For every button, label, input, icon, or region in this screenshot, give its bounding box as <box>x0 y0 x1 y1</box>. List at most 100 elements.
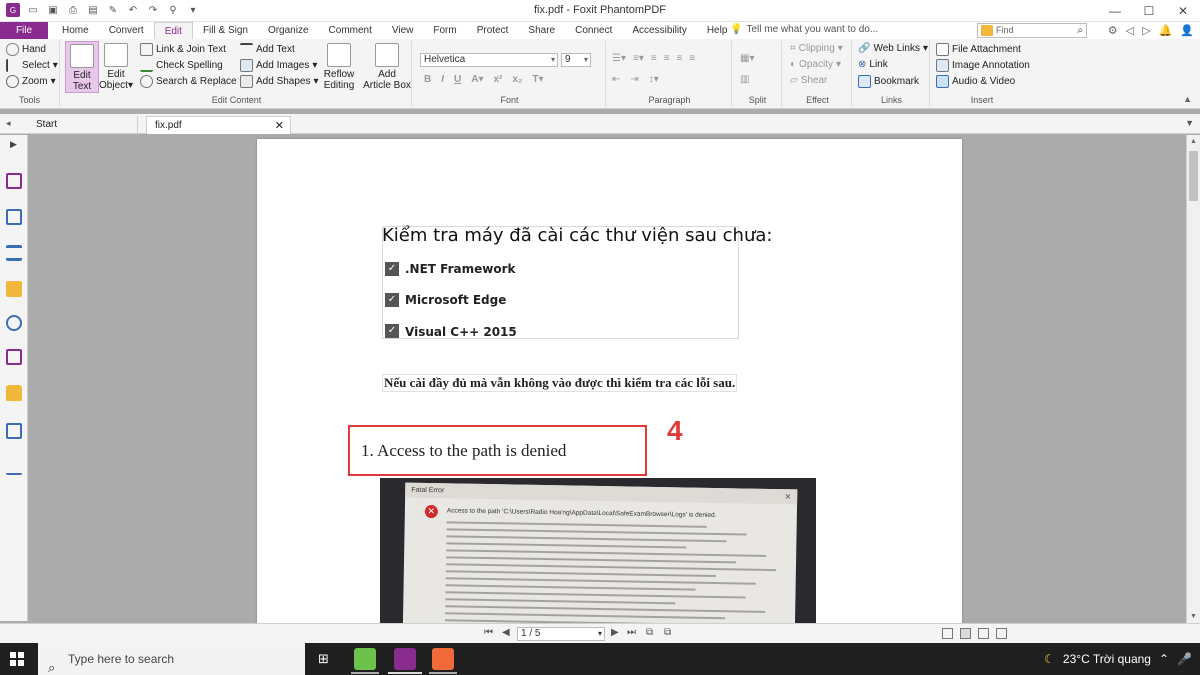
tab-dropdown-icon[interactable]: ▼ <box>1185 118 1194 128</box>
tab-convert[interactable]: Convert <box>99 22 154 39</box>
check-spelling-button[interactable]: Check Spelling <box>140 59 223 72</box>
task-view-icon[interactable]: ⊞ <box>318 651 329 667</box>
error-item-title[interactable]: 1. Access to the path is denied <box>361 441 566 461</box>
previous-page-icon[interactable]: ◀ <box>502 627 510 638</box>
char-spacing-icon[interactable]: T▾ <box>532 74 543 85</box>
add-images-button[interactable]: Add Images ▾ <box>240 59 317 72</box>
maximize-button[interactable]: ☐ <box>1132 0 1166 22</box>
align-left-icon[interactable]: ≡ <box>651 53 657 64</box>
tab-fill-sign[interactable]: Fill & Sign <box>193 22 258 39</box>
expand-pane-icon[interactable]: ▶ <box>10 139 17 150</box>
next-view-icon[interactable]: ⧉ <box>664 627 671 638</box>
security-panel-icon[interactable] <box>6 385 22 401</box>
reflow-editing-button[interactable]: Reflow Editing <box>322 41 356 91</box>
camtasia-app-icon[interactable] <box>354 648 376 670</box>
foxit-phantompdf-app-icon[interactable] <box>394 648 416 670</box>
clipping-button[interactable]: ⌗ Clipping ▾ <box>790 43 843 54</box>
page-number-input[interactable]: 1 / 5 ▾ <box>517 627 605 641</box>
link-button[interactable]: ⊗ Link <box>858 59 888 70</box>
tab-start[interactable]: Start <box>28 116 138 134</box>
continuous-view-icon[interactable] <box>960 628 971 639</box>
notification-icon[interactable]: 🔔 <box>1159 24 1173 37</box>
error-screenshot-photo[interactable]: Fatal Error ✕ ✕ Access to the path 'C:\U… <box>380 478 816 623</box>
add-article-box-button[interactable]: Add Article Box <box>362 41 412 91</box>
minimize-button[interactable]: — <box>1098 0 1132 22</box>
settings-icon[interactable]: ⚙ <box>1108 24 1118 37</box>
close-button[interactable]: ✕ <box>1166 0 1200 22</box>
pdf-page[interactable]: Kiểm tra máy đã cài các thư viện sau chư… <box>257 139 962 623</box>
zoom-tool-button[interactable]: Zoom ▾ <box>6 75 56 88</box>
tab-protect[interactable]: Protect <box>467 22 519 39</box>
indent-increase-icon[interactable]: ⇥ <box>630 74 638 85</box>
opacity-button[interactable]: ◐ Opacity ▾ <box>790 59 841 70</box>
check-item-vcpp[interactable]: Visual C++ 2015 <box>405 325 517 339</box>
tab-organize[interactable]: Organize <box>258 22 319 39</box>
find-input[interactable]: Find ⌕ <box>977 23 1087 38</box>
last-page-icon[interactable]: ⏭ <box>627 627 636 638</box>
forward-icon[interactable]: ▷ <box>1142 24 1150 37</box>
tab-share[interactable]: Share <box>518 22 565 39</box>
signatures-panel-icon[interactable] <box>6 349 22 365</box>
comments-panel-icon[interactable] <box>6 281 22 297</box>
tags-panel-icon[interactable] <box>6 459 22 475</box>
hand-tool-button[interactable]: Hand <box>6 43 46 56</box>
align-center-icon[interactable]: ≡ <box>664 53 670 64</box>
user-icon[interactable]: 👤 <box>1180 24 1194 37</box>
indent-decrease-icon[interactable]: ⇤ <box>612 74 620 85</box>
superscript-icon[interactable]: x² <box>494 74 503 85</box>
font-size-select[interactable]: 9 ▾ <box>561 53 591 67</box>
camtasia-recorder-app-icon[interactable] <box>432 648 454 670</box>
show-hidden-icons-icon[interactable]: ⌃ <box>1159 652 1169 666</box>
split-button[interactable]: ▦▾ <box>740 53 754 64</box>
attachments-panel-icon[interactable] <box>6 315 22 331</box>
tell-me-search[interactable]: 💡 Tell me what you want to do... <box>730 24 878 35</box>
merge-button[interactable]: ▥ <box>740 74 749 85</box>
document-view[interactable]: Kiểm tra máy đã cài các thư viện sau chư… <box>29 135 1186 623</box>
justify-icon[interactable]: ≡ <box>689 53 695 64</box>
tab-edit[interactable]: Edit <box>153 22 193 39</box>
select-tool-button[interactable]: Select ▾ <box>6 59 58 72</box>
vertical-scrollbar[interactable]: ▲ ▼ <box>1186 135 1200 623</box>
bookmarks-panel-icon[interactable] <box>6 173 22 189</box>
next-page-icon[interactable]: ▶ <box>611 627 619 638</box>
first-page-icon[interactable]: ⏮ <box>484 627 493 638</box>
collapse-ribbon-icon[interactable]: ▲ <box>1183 94 1192 104</box>
weather-text[interactable]: 23°C Trời quang <box>1063 652 1151 666</box>
edit-text-button[interactable]: Edit Text <box>65 41 99 93</box>
content-panel-icon[interactable] <box>6 423 22 439</box>
windows-start-icon[interactable] <box>10 652 24 666</box>
shear-button[interactable]: ▱ Shear <box>790 75 827 86</box>
link-join-text-button[interactable]: Link & Join Text <box>140 43 226 56</box>
tab-comment[interactable]: Comment <box>319 22 382 39</box>
audio-video-button[interactable]: Audio & Video <box>936 75 1015 88</box>
check-item-edge[interactable]: Microsoft Edge <box>405 293 506 307</box>
tab-form[interactable]: Form <box>423 22 466 39</box>
text-color-icon[interactable]: A▾ <box>471 74 483 85</box>
line-spacing-icon[interactable]: ↕▾ <box>649 74 659 85</box>
search-icon[interactable]: ⌕ <box>1077 24 1083 37</box>
layers-panel-icon[interactable] <box>6 245 22 261</box>
add-text-button[interactable]: Add Text <box>240 43 295 56</box>
tab-connect[interactable]: Connect <box>565 22 622 39</box>
file-attachment-button[interactable]: File Attachment <box>936 43 1021 56</box>
italic-icon[interactable]: I <box>441 74 444 85</box>
tab-view[interactable]: View <box>382 22 424 39</box>
tab-file[interactable]: File <box>0 22 48 39</box>
single-page-view-icon[interactable] <box>942 628 953 639</box>
edit-object-button[interactable]: Edit Object▾ <box>99 41 133 91</box>
microphone-icon[interactable]: 🎤 <box>1177 652 1192 666</box>
bold-icon[interactable]: B <box>424 74 431 85</box>
subscript-icon[interactable]: x₂ <box>512 74 522 85</box>
close-tab-icon[interactable]: ✕ <box>275 117 284 135</box>
scroll-up-icon[interactable]: ▲ <box>1190 138 1197 145</box>
facing-view-icon[interactable] <box>978 628 989 639</box>
continuous-facing-view-icon[interactable] <box>996 628 1007 639</box>
scrollbar-thumb[interactable] <box>1189 151 1198 201</box>
tab-list-icon[interactable]: ◂ <box>6 118 11 129</box>
tab-fix-pdf[interactable]: fix.pdf ✕ <box>146 116 291 134</box>
add-shapes-button[interactable]: Add Shapes ▾ <box>240 75 319 88</box>
pages-panel-icon[interactable] <box>6 209 22 225</box>
tab-accessibility[interactable]: Accessibility <box>622 22 696 39</box>
web-links-button[interactable]: 🔗 Web Links ▾ <box>858 43 928 54</box>
check-item-net[interactable]: .NET Framework <box>405 262 515 276</box>
